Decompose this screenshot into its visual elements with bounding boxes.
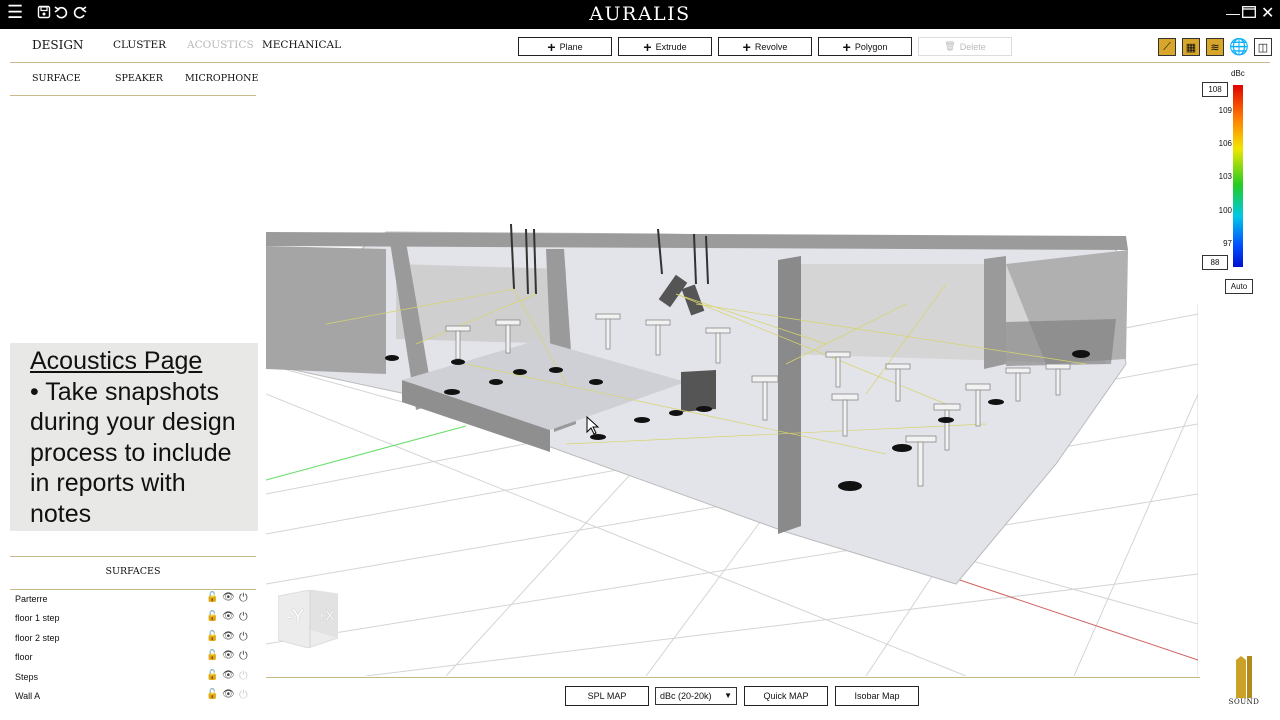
maximize-icon[interactable] [1242, 5, 1256, 21]
subnav-surface[interactable]: SURFACE [32, 73, 81, 84]
trash-icon: 🗑 [944, 41, 956, 51]
subnav-speaker[interactable]: SPEAKER [115, 73, 163, 84]
extrude-button[interactable]: + Extrude [618, 37, 712, 56]
nav-mechanical[interactable]: MECHANICAL [262, 39, 341, 51]
power-icon[interactable]: ⏻ [239, 631, 248, 644]
surface-row[interactable]: Wall A 🔓 👁 ⏻ [10, 689, 256, 705]
plus-icon: + [643, 38, 652, 55]
lock-icon[interactable]: 🔓 [206, 631, 218, 642]
snapshot-icon[interactable]: ◫ [1254, 38, 1272, 56]
lock-icon[interactable]: 🔓 [206, 650, 218, 661]
view-cube-x-label: +X [318, 608, 335, 623]
eye-icon[interactable]: 👁 [222, 670, 235, 681]
eye-icon[interactable]: 👁 [222, 592, 235, 603]
legend-tick: 103 [1218, 172, 1232, 181]
title-bar: ☰ AURALIS — ✕ [0, 0, 1280, 29]
surfaces-divider [10, 589, 256, 590]
eye-icon[interactable]: 👁 [222, 650, 235, 661]
eye-icon[interactable]: 👁 [222, 631, 235, 642]
note-body: • Take snapshots during your design proc… [30, 377, 236, 528]
legend-unit: dBc [1231, 69, 1245, 78]
surface-row[interactable]: floor 1 step 🔓 👁 ⏻ [10, 611, 256, 627]
column [984, 256, 1006, 369]
nav-acoustics[interactable]: ACOUSTICS [187, 39, 254, 51]
3d-viewport[interactable] [266, 64, 1198, 676]
legend-tick: 106 [1218, 139, 1232, 148]
delete-button[interactable]: 🗑 Delete [918, 37, 1012, 56]
spl-color-scale [1233, 85, 1243, 267]
balcony [1006, 319, 1116, 366]
brand-logo-text: SOUND [1228, 698, 1260, 706]
auto-scale-button[interactable]: Auto [1225, 279, 1253, 294]
extrude-label: Extrude [655, 41, 687, 52]
measure-tool-icon[interactable]: ⟋ [1158, 38, 1176, 56]
legend-min-input[interactable]: 88 [1202, 255, 1228, 270]
lock-icon[interactable]: 🔓 [206, 689, 218, 700]
note-callout: Acoustics Page • Take snapshots during y… [10, 343, 258, 531]
lock-icon[interactable]: 🔓 [206, 670, 218, 681]
plus-icon: + [842, 38, 851, 55]
note-title: Acoustics Page [30, 347, 203, 375]
globe-icon[interactable]: 🌐 [1229, 38, 1249, 56]
revolve-label: Revolve [754, 41, 788, 52]
subnav-microphone[interactable]: MICROPHONE [185, 73, 258, 84]
surface-row[interactable]: floor 🔓 👁 ⏻ [10, 650, 256, 666]
subnav-divider [10, 95, 256, 96]
lock-icon[interactable]: 🔓 [206, 592, 218, 603]
plus-icon: + [547, 38, 556, 55]
plane-button[interactable]: + Plane [518, 37, 612, 56]
legend-max-input[interactable]: 108 [1202, 82, 1228, 97]
polygon-label: Polygon [854, 41, 888, 52]
close-icon[interactable]: ✕ [1261, 3, 1274, 23]
bottom-divider [266, 677, 1200, 678]
polygon-button[interactable]: + Polygon [818, 37, 912, 56]
legend-tick: 97 [1223, 239, 1232, 248]
surface-name[interactable]: Steps [15, 672, 38, 682]
surfaces-header: SURFACES [105, 566, 161, 577]
revolve-button[interactable]: + Revolve [718, 37, 812, 56]
nav-cluster[interactable]: CLUSTER [113, 39, 166, 51]
power-icon[interactable]: ⏻ [239, 650, 248, 663]
surfaces-top-divider [10, 556, 256, 557]
power-icon[interactable]: ⏻ [239, 592, 248, 605]
legend-tick: 100 [1218, 206, 1232, 215]
minimize-icon[interactable]: — [1226, 5, 1240, 21]
subwoofer [681, 370, 716, 412]
plus-icon: + [742, 38, 751, 55]
surface-name[interactable]: Wall A [15, 691, 40, 701]
surface-name[interactable]: Parterre [15, 594, 48, 604]
grid-view-icon[interactable]: ▦ [1182, 38, 1200, 56]
surface-row[interactable]: floor 2 step 🔓 👁 ⏻ [10, 631, 256, 647]
nav-design[interactable]: DESIGN [32, 38, 83, 52]
nav-divider [10, 62, 1270, 63]
power-icon[interactable]: ⏻ [239, 689, 248, 702]
eye-icon[interactable]: 👁 [222, 611, 235, 622]
view-cube[interactable]: -Y +X [277, 589, 339, 649]
lock-icon[interactable]: 🔓 [206, 611, 218, 622]
delete-label: Delete [959, 41, 986, 52]
left-wall [266, 246, 386, 374]
legend-tick: 109 [1218, 106, 1232, 115]
weighting-select[interactable]: dBc (20-20k) ▼ [655, 687, 737, 705]
app-title: AURALIS [589, 3, 691, 25]
surface-row[interactable]: Steps 🔓 👁 ⏻ [10, 670, 256, 686]
spl-map-button[interactable]: SPL MAP [565, 686, 649, 706]
surface-name[interactable]: floor [15, 652, 33, 662]
brand-logo: SOUND [1227, 656, 1261, 708]
quick-map-button[interactable]: Quick MAP [744, 686, 828, 706]
layers-view-icon[interactable]: ≋ [1206, 38, 1224, 56]
power-icon[interactable]: ⏻ [239, 670, 248, 683]
surface-row[interactable]: Parterre 🔓 👁 ⏻ [10, 592, 256, 608]
chevron-down-icon: ▼ [724, 691, 732, 700]
isobar-map-button[interactable]: Isobar Map [835, 686, 919, 706]
surface-name[interactable]: floor 1 step [15, 613, 60, 623]
weighting-value: dBc (20-20k) [660, 691, 712, 701]
power-icon[interactable]: ⏻ [239, 611, 248, 624]
eye-icon[interactable]: 👁 [222, 689, 235, 700]
surface-name[interactable]: floor 2 step [15, 633, 60, 643]
plane-label: Plane [559, 41, 583, 52]
view-cube-y-label: -Y [286, 606, 304, 626]
column [778, 256, 801, 534]
